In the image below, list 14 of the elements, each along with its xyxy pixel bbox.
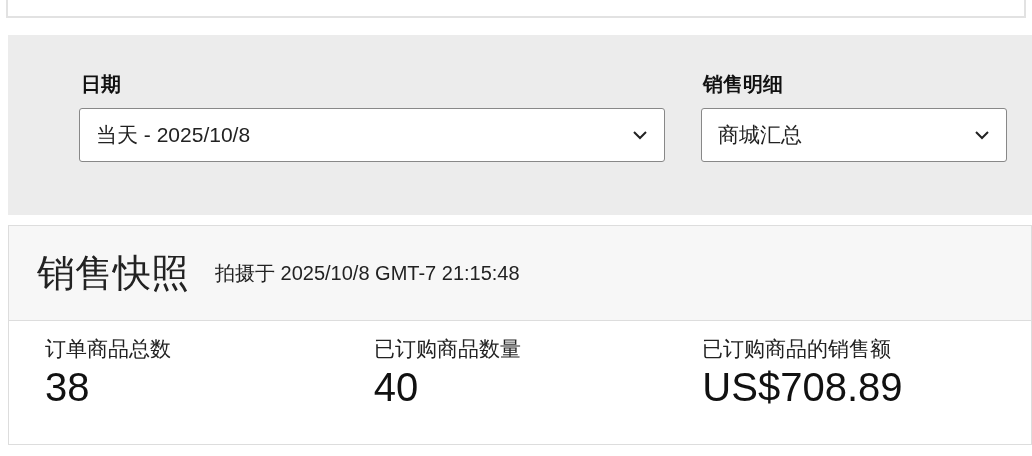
metric-value: 38 (45, 364, 91, 411)
timestamp: 拍摄于 2025/10/8 GMT-7 21:15:48 (215, 260, 520, 286)
chevron-down-icon (632, 130, 648, 140)
metric-label: 订单商品总数 (45, 336, 172, 362)
metric-value: 40 (373, 364, 420, 411)
dropdown[interactable]: 当天 - 2025/10/8 (79, 108, 665, 162)
metric-label: 已订购商品的销售额 (702, 336, 893, 362)
metric-label: 已订购商品数量 (373, 336, 522, 362)
chevron-down-icon (974, 130, 990, 140)
metric-value: US$708.89 (702, 364, 904, 411)
dropdown[interactable]: 商城汇总 (701, 108, 1007, 162)
section-title: 销售快照 (37, 250, 189, 296)
filter-label: 销售明细 (701, 72, 784, 97)
filter-label: 日期 (80, 72, 122, 97)
